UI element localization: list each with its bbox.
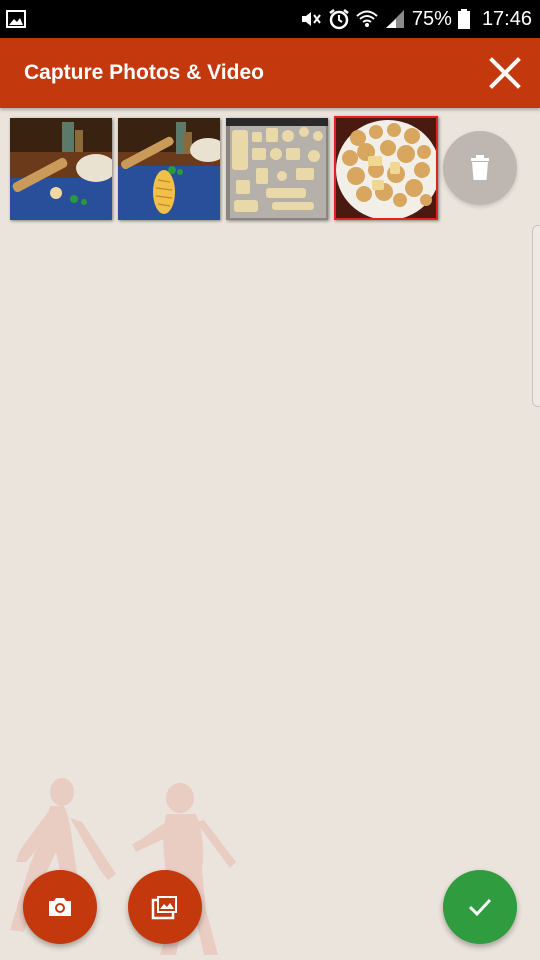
delete-button[interactable] xyxy=(443,131,517,205)
check-icon xyxy=(468,898,492,917)
mute-icon xyxy=(301,12,321,26)
wifi-icon xyxy=(356,10,378,27)
confirm-button[interactable] xyxy=(443,870,517,944)
clock: 17:46 xyxy=(481,7,532,30)
close-icon xyxy=(489,57,521,89)
page-title: Capture Photos & Video xyxy=(24,61,264,84)
photo-thumbnail[interactable] xyxy=(226,118,328,220)
status-bar: 75% 17:46 xyxy=(0,0,540,38)
close-button[interactable] xyxy=(482,50,528,96)
camera-icon xyxy=(49,898,71,916)
gallery-icon xyxy=(151,896,177,920)
trash-icon xyxy=(471,155,489,180)
photo-cutout-cookies-tray xyxy=(226,118,328,220)
photo-thumbnail[interactable] xyxy=(10,118,112,220)
photo-thumbnail-selected[interactable] xyxy=(334,116,438,220)
photo-thumbnail[interactable] xyxy=(118,118,220,220)
gallery-button[interactable] xyxy=(128,870,202,944)
side-panel-handle[interactable] xyxy=(532,225,540,407)
gallery-notification-icon xyxy=(6,10,26,28)
battery-icon xyxy=(457,9,470,29)
battery-percentage: 75% xyxy=(411,7,452,30)
camera-button[interactable] xyxy=(23,870,97,944)
signal-icon xyxy=(385,10,404,28)
app-bar: Capture Photos & Video xyxy=(0,38,540,108)
alarm-icon xyxy=(329,9,349,30)
status-icons: 75% 17:46 xyxy=(300,0,532,38)
photo-thumbnail-strip xyxy=(10,116,438,220)
photo-dough-shaped xyxy=(118,118,220,220)
photo-dough-rolling xyxy=(10,118,112,220)
photo-baked-cookies-plate xyxy=(336,118,436,218)
